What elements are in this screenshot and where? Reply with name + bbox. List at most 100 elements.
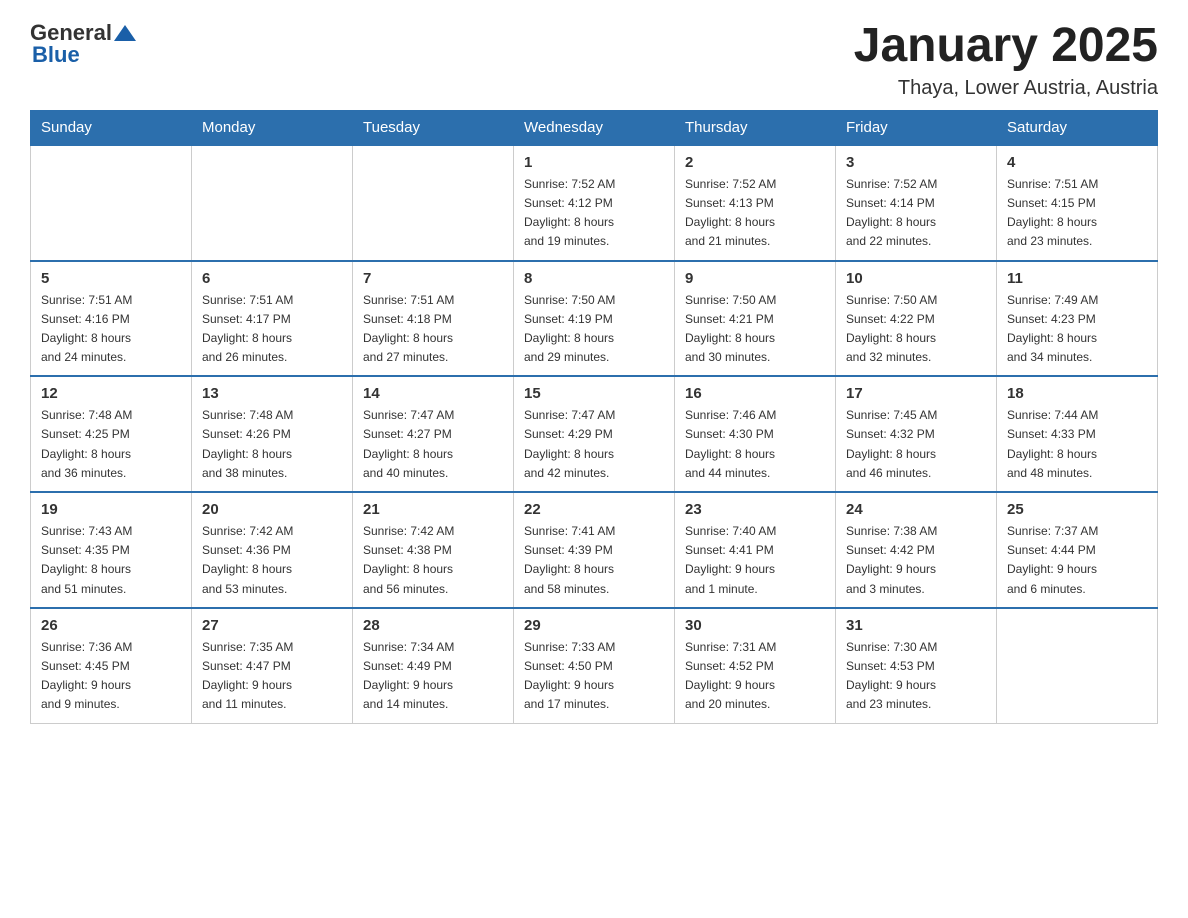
day-number: 9 <box>685 270 825 287</box>
col-sunday: Sunday <box>31 110 192 145</box>
col-tuesday: Tuesday <box>353 110 514 145</box>
table-row: 1Sunrise: 7:52 AM Sunset: 4:12 PM Daylig… <box>514 145 675 261</box>
table-row: 29 Sunrise: 7:33 AM Sunset: 4:50 PM Dayli… <box>514 608 675 723</box>
day-number: 15 <box>524 385 664 402</box>
logo-blue-text: Blue <box>32 42 80 68</box>
col-saturday: Saturday <box>997 110 1158 145</box>
table-row: 21Sunrise: 7:42 AM Sunset: 4:38 PM Dayli… <box>353 492 514 608</box>
day-number: 14 <box>363 385 503 402</box>
day-info: Sunrise: 7:30 AM Sunset: 4:53 PM Dayligh… <box>846 638 986 715</box>
calendar-week-row: 12 Sunrise: 7:48 AM Sunset: 4:25 PM Dayli… <box>31 376 1158 492</box>
day-info: Sunrise: 7:47 AM Sunset: 4:27 PM Dayligh… <box>363 406 503 483</box>
day-info: Sunrise: 7:44 AM Sunset: 4:33 PM Dayligh… <box>1007 406 1147 483</box>
day-number: 1 <box>524 154 664 171</box>
day-number: 20 <box>202 501 342 518</box>
day-info: Sunrise: 7:50 AM Sunset: 4:19 PM Dayligh… <box>524 291 664 368</box>
day-info: Sunrise: 7:34 AM Sunset: 4:49 PM Dayligh… <box>363 638 503 715</box>
table-row: 25Sunrise: 7:37 AM Sunset: 4:44 PM Dayli… <box>997 492 1158 608</box>
table-row: 22 Sunrise: 7:41 AM Sunset: 4:39 PM Dayli… <box>514 492 675 608</box>
table-row: 30 Sunrise: 7:31 AM Sunset: 4:52 PM Dayli… <box>675 608 836 723</box>
day-info: Sunrise: 7:50 AM Sunset: 4:22 PM Dayligh… <box>846 291 986 368</box>
day-info: Sunrise: 7:49 AM Sunset: 4:23 PM Dayligh… <box>1007 291 1147 368</box>
calendar-week-row: 26 Sunrise: 7:36 AM Sunset: 4:45 PM Dayli… <box>31 608 1158 723</box>
day-number: 31 <box>846 617 986 634</box>
table-row: 13 Sunrise: 7:48 AM Sunset: 4:26 PM Dayli… <box>192 376 353 492</box>
day-info: Sunrise: 7:46 AM Sunset: 4:30 PM Dayligh… <box>685 406 825 483</box>
day-number: 12 <box>41 385 181 402</box>
table-row: 19 Sunrise: 7:43 AM Sunset: 4:35 PM Dayli… <box>31 492 192 608</box>
table-row: 7 Sunrise: 7:51 AM Sunset: 4:18 PM Daylig… <box>353 261 514 377</box>
day-number: 7 <box>363 270 503 287</box>
table-row: 11 Sunrise: 7:49 AM Sunset: 4:23 PM Dayli… <box>997 261 1158 377</box>
day-number: 16 <box>685 385 825 402</box>
day-info: Sunrise: 7:52 AM Sunset: 4:13 PM Dayligh… <box>685 175 825 252</box>
table-row <box>192 145 353 261</box>
day-info: Sunrise: 7:42 AM Sunset: 4:36 PM Dayligh… <box>202 522 342 599</box>
table-row: 17 Sunrise: 7:45 AM Sunset: 4:32 PM Dayli… <box>836 376 997 492</box>
table-row: 14 Sunrise: 7:47 AM Sunset: 4:27 PM Dayli… <box>353 376 514 492</box>
title-block: January 2025 Thaya, Lower Austria, Austr… <box>854 20 1158 100</box>
day-info: Sunrise: 7:51 AM Sunset: 4:16 PM Dayligh… <box>41 291 181 368</box>
day-info: Sunrise: 7:45 AM Sunset: 4:32 PM Dayligh… <box>846 406 986 483</box>
day-info: Sunrise: 7:35 AM Sunset: 4:47 PM Dayligh… <box>202 638 342 715</box>
table-row: 26 Sunrise: 7:36 AM Sunset: 4:45 PM Dayli… <box>31 608 192 723</box>
table-row: 31 Sunrise: 7:30 AM Sunset: 4:53 PM Dayli… <box>836 608 997 723</box>
day-number: 8 <box>524 270 664 287</box>
day-info: Sunrise: 7:43 AM Sunset: 4:35 PM Dayligh… <box>41 522 181 599</box>
day-number: 5 <box>41 270 181 287</box>
table-row: 23Sunrise: 7:40 AM Sunset: 4:41 PM Dayli… <box>675 492 836 608</box>
day-info: Sunrise: 7:51 AM Sunset: 4:18 PM Dayligh… <box>363 291 503 368</box>
day-number: 13 <box>202 385 342 402</box>
table-row: 24 Sunrise: 7:38 AM Sunset: 4:42 PM Dayli… <box>836 492 997 608</box>
day-info: Sunrise: 7:41 AM Sunset: 4:39 PM Dayligh… <box>524 522 664 599</box>
day-info: Sunrise: 7:48 AM Sunset: 4:25 PM Dayligh… <box>41 406 181 483</box>
table-row <box>997 608 1158 723</box>
calendar-week-row: 1Sunrise: 7:52 AM Sunset: 4:12 PM Daylig… <box>31 145 1158 261</box>
table-row: 12 Sunrise: 7:48 AM Sunset: 4:25 PM Dayli… <box>31 376 192 492</box>
calendar-header-row: Sunday Monday Tuesday Wednesday Thursday… <box>31 110 1158 145</box>
logo-triangle-icon <box>114 23 136 45</box>
day-number: 3 <box>846 154 986 171</box>
table-row: 27 Sunrise: 7:35 AM Sunset: 4:47 PM Dayli… <box>192 608 353 723</box>
page-header: General Blue January 2025 Thaya, Lower A… <box>30 20 1158 100</box>
table-row: 5 Sunrise: 7:51 AM Sunset: 4:16 PM Daylig… <box>31 261 192 377</box>
day-info: Sunrise: 7:31 AM Sunset: 4:52 PM Dayligh… <box>685 638 825 715</box>
day-info: Sunrise: 7:47 AM Sunset: 4:29 PM Dayligh… <box>524 406 664 483</box>
day-info: Sunrise: 7:48 AM Sunset: 4:26 PM Dayligh… <box>202 406 342 483</box>
table-row: 16 Sunrise: 7:46 AM Sunset: 4:30 PM Dayli… <box>675 376 836 492</box>
day-number: 27 <box>202 617 342 634</box>
day-info: Sunrise: 7:50 AM Sunset: 4:21 PM Dayligh… <box>685 291 825 368</box>
day-info: Sunrise: 7:33 AM Sunset: 4:50 PM Dayligh… <box>524 638 664 715</box>
day-number: 11 <box>1007 270 1147 287</box>
day-number: 30 <box>685 617 825 634</box>
col-friday: Friday <box>836 110 997 145</box>
table-row: 28Sunrise: 7:34 AM Sunset: 4:49 PM Dayli… <box>353 608 514 723</box>
calendar-body: 1Sunrise: 7:52 AM Sunset: 4:12 PM Daylig… <box>31 145 1158 723</box>
calendar-subtitle: Thaya, Lower Austria, Austria <box>854 77 1158 100</box>
table-row <box>31 145 192 261</box>
day-number: 26 <box>41 617 181 634</box>
table-row: 4Sunrise: 7:51 AM Sunset: 4:15 PM Daylig… <box>997 145 1158 261</box>
logo: General Blue <box>30 20 136 68</box>
day-number: 19 <box>41 501 181 518</box>
day-number: 17 <box>846 385 986 402</box>
table-row: 6Sunrise: 7:51 AM Sunset: 4:17 PM Daylig… <box>192 261 353 377</box>
table-row: 3 Sunrise: 7:52 AM Sunset: 4:14 PM Daylig… <box>836 145 997 261</box>
day-number: 18 <box>1007 385 1147 402</box>
day-number: 10 <box>846 270 986 287</box>
table-row <box>353 145 514 261</box>
day-number: 29 <box>524 617 664 634</box>
col-thursday: Thursday <box>675 110 836 145</box>
day-number: 2 <box>685 154 825 171</box>
table-row: 15 Sunrise: 7:47 AM Sunset: 4:29 PM Dayli… <box>514 376 675 492</box>
day-info: Sunrise: 7:52 AM Sunset: 4:14 PM Dayligh… <box>846 175 986 252</box>
calendar-title: January 2025 <box>854 20 1158 73</box>
calendar-week-row: 5 Sunrise: 7:51 AM Sunset: 4:16 PM Daylig… <box>31 261 1158 377</box>
day-info: Sunrise: 7:51 AM Sunset: 4:15 PM Dayligh… <box>1007 175 1147 252</box>
day-info: Sunrise: 7:38 AM Sunset: 4:42 PM Dayligh… <box>846 522 986 599</box>
day-info: Sunrise: 7:51 AM Sunset: 4:17 PM Dayligh… <box>202 291 342 368</box>
day-number: 22 <box>524 501 664 518</box>
day-number: 24 <box>846 501 986 518</box>
day-info: Sunrise: 7:36 AM Sunset: 4:45 PM Dayligh… <box>41 638 181 715</box>
table-row: 2 Sunrise: 7:52 AM Sunset: 4:13 PM Daylig… <box>675 145 836 261</box>
